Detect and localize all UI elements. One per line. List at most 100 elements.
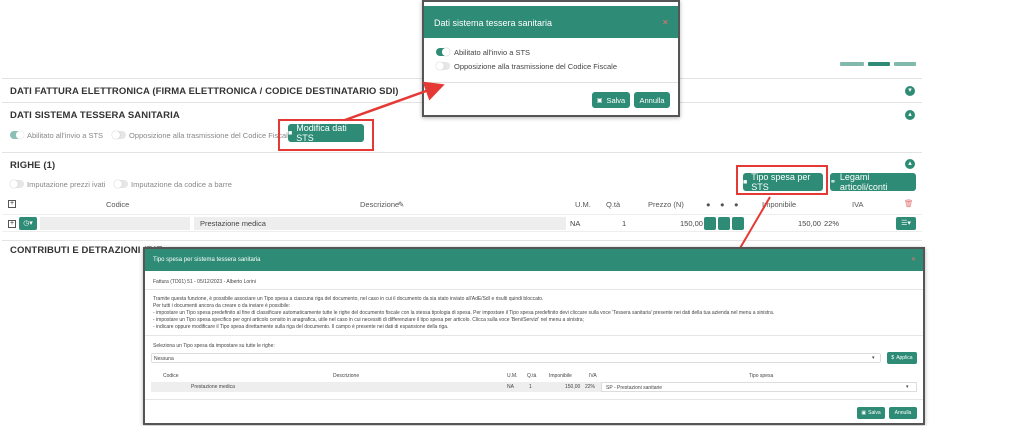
section-title: DATI FATTURA ELETTRONICA (FIRMA ELETTRON… [10, 86, 399, 97]
desc-line: - impostare un Tipo spesa specifico per … [153, 317, 584, 323]
popup-divider [424, 82, 678, 83]
toggle-opposizione-label: Opposizione alla trasmissione del Codice… [129, 131, 292, 140]
camera-icon: ■ [288, 129, 293, 137]
section-title: CONTRIBUTI E DETRAZIONI (RIE [10, 245, 163, 256]
popup-toggle-opposizione-label: Opposizione alla trasmissione del Codice… [454, 62, 617, 71]
toggle-invio-label: Abilitato all'invio a STS [27, 131, 104, 140]
row-um: NA [570, 219, 581, 228]
col-iva: IVA [852, 200, 864, 209]
table-row[interactable]: + ◷▾ Prestazione medica NA 1 150,00 150,… [2, 214, 922, 232]
row-imponibile: 150,00 [565, 384, 581, 390]
sliders-icon[interactable] [718, 217, 730, 230]
select-value: Nessuna [154, 356, 174, 362]
popup-save-button[interactable]: ▣ Salva [592, 92, 630, 108]
table-header: + Codice Descrizione ✎ U.M. Q.tà Prezzo … [2, 198, 922, 212]
popup-tipo-spesa: Tipo spesa per sistema tessera sanitaria… [143, 247, 925, 425]
legami-button[interactable]: ⚭ Legami articoli/conti [830, 172, 916, 192]
info-icon[interactable]: ● [720, 200, 725, 209]
top-tabs [840, 62, 918, 68]
toggle-invio-sts[interactable] [10, 131, 24, 139]
section-title: RIGHE (1) [10, 160, 56, 171]
trash-icon[interactable]: 🗑 [904, 199, 914, 208]
table-row[interactable]: Prestazione medica NA 1 150,00 22% SP - … [151, 382, 917, 392]
col-qta: Q.tà [527, 373, 537, 379]
popup-subtitle: Fattura (TD01) 51 - 05/12/2023 - Alberto… [153, 279, 256, 285]
col-descrizione: Descrizione [333, 373, 360, 379]
popup-sts: Dati sistema tessera sanitaria ✕ Abilita… [422, 0, 680, 117]
row-tipo-spesa: SP - Prestazioni sanitarie [606, 385, 663, 391]
desc-line: - indicare oppure modificare il Tipo spe… [153, 324, 449, 330]
col-imponibile: Imponibile [762, 200, 797, 209]
col-codice: Codice [106, 200, 130, 209]
link-icon: ⚭ [830, 179, 836, 186]
info-icon[interactable]: ● [734, 200, 739, 209]
select-label: Seleziona un Tipo spesa da impostare su … [153, 343, 275, 349]
clock-icon[interactable]: ◷▾ [19, 217, 37, 230]
menu-icon[interactable]: ☰▾ [896, 217, 916, 230]
expand-row-icon[interactable]: + [8, 220, 16, 228]
info-icon[interactable]: ● [706, 200, 711, 209]
popup-toggle-invio-label: Abilitato all'invio a STS [454, 48, 531, 57]
popup-divider [145, 399, 923, 400]
calculator-icon[interactable] [704, 217, 716, 230]
col-um: U.M. [507, 373, 518, 379]
modifica-sts-button[interactable]: ■ Modifica dati STS [288, 123, 364, 143]
col-iva: IVA [589, 373, 597, 379]
popup-title: Tipo spesa per sistema tessera sanitaria [153, 257, 261, 263]
expand-all-icon[interactable]: + [8, 200, 16, 208]
chevron-up-icon[interactable]: ▴ [905, 110, 915, 120]
desc-line: - impostare un Tipo spesa predefinito al… [153, 310, 775, 316]
cancel-button[interactable]: Annulla [889, 407, 917, 419]
row-descrizione: Prestazione medica [200, 219, 266, 228]
tipo-spesa-row-select[interactable]: SP - Prestazioni sanitarie ▾ [601, 382, 917, 392]
col-codice: Codice [163, 373, 179, 379]
row-um: NA [507, 384, 514, 390]
save-icon: ▣ [596, 97, 603, 104]
col-tipo-spesa: Tipo spesa [749, 373, 774, 379]
tipo-spesa-select[interactable]: Nessuna ▾ [151, 353, 881, 363]
row-qta: 1 [529, 384, 532, 390]
apply-button[interactable]: $ Applica [887, 352, 917, 364]
col-descrizione: Descrizione [360, 200, 400, 209]
row-prezzo: 150,00 [680, 219, 703, 228]
tag-icon[interactable] [732, 217, 744, 230]
pencil-icon[interactable]: ✎ [398, 200, 404, 209]
toggle-codice-barre-label: Imputazione da codice a barre [131, 180, 232, 189]
toggle-codice-barre[interactable] [114, 180, 128, 188]
col-imponibile: Imponibile [549, 373, 572, 379]
chevron-down-icon: ▾ [906, 384, 909, 390]
chevron-down-icon[interactable]: ▾ [905, 86, 915, 96]
popup-cancel-button[interactable]: Annulla [634, 92, 670, 108]
row-iva: 22% [824, 219, 840, 228]
save-icon: ▣ [861, 410, 867, 416]
row-descrizione: Prestazione medica [191, 384, 235, 390]
popup-divider [145, 335, 923, 336]
toggle-prezzi-label: Imputazione prezzi ivati [27, 180, 106, 189]
section-title: DATI SISTEMA TESSERA SANITARIA [10, 110, 180, 121]
popup-divider [145, 289, 923, 290]
camera-icon: ■ [743, 178, 748, 186]
save-button[interactable]: ▣ Salva [857, 407, 885, 419]
popup-title: Dati sistema tessera sanitaria [434, 18, 553, 28]
close-icon[interactable]: ✕ [662, 18, 669, 27]
popup-toggle-opposizione[interactable] [436, 62, 450, 70]
popup-header: Dati sistema tessera sanitaria ✕ [424, 6, 678, 38]
col-prezzo: Prezzo (N) [648, 200, 684, 209]
chevron-up-icon[interactable]: ▴ [905, 159, 915, 169]
desc-line: Per tutti i documenti ancora da creare o… [153, 303, 291, 309]
col-qta: Q.tà [606, 200, 621, 209]
dollar-icon: $ [891, 355, 895, 361]
close-icon[interactable]: ✕ [911, 256, 916, 263]
chevron-down-icon: ▾ [872, 355, 875, 361]
row-iva: 22% [585, 384, 596, 390]
tipo-spesa-button[interactable]: ■ Tipo spesa per STS [743, 172, 823, 192]
row-qta: 1 [622, 219, 627, 228]
toggle-prezzi-ivati[interactable] [10, 180, 24, 188]
popup-toggle-invio[interactable] [436, 48, 450, 56]
row-imponibile: 150,00 [798, 219, 821, 228]
col-um: U.M. [575, 200, 591, 209]
popup-header: Tipo spesa per sistema tessera sanitaria… [145, 249, 923, 271]
toggle-opposizione[interactable] [112, 131, 126, 139]
codice-field[interactable] [40, 217, 190, 230]
desc-line: Tramite questa funzione, è possibile ass… [153, 296, 544, 302]
